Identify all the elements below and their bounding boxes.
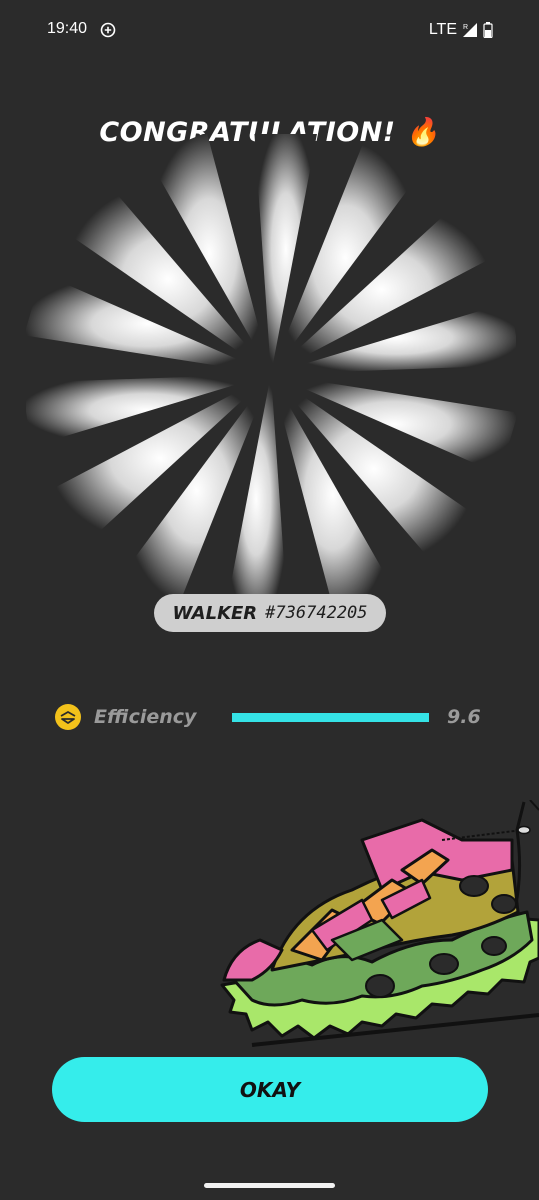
- home-indicator[interactable]: [204, 1183, 335, 1188]
- battery-icon: [483, 22, 493, 38]
- efficiency-label: Efficiency: [94, 706, 197, 728]
- roaming-indicator: R: [463, 24, 468, 31]
- efficiency-bar-fill: [232, 713, 429, 722]
- status-icons: LTE R: [429, 20, 493, 40]
- status-time: 19:40: [47, 20, 88, 37]
- walker-id: #736742205: [265, 603, 368, 623]
- okay-button[interactable]: OKAY: [52, 1057, 488, 1122]
- efficiency-value: 9.6: [447, 706, 481, 728]
- network-type: LTE: [428, 21, 457, 38]
- signal-icon: R: [463, 23, 477, 37]
- status-bar: 19:40 LTE R: [0, 0, 539, 60]
- walker-badge: WALKER #736742205: [154, 594, 386, 632]
- efficiency-icon: [55, 704, 81, 730]
- add-circle-icon: [100, 22, 116, 38]
- walker-name: WALKER: [172, 602, 258, 624]
- sneaker-illustration: [220, 800, 539, 1047]
- efficiency-row: Efficiency 9.6: [55, 704, 495, 730]
- efficiency-bar: [232, 713, 429, 722]
- sunburst-background: [26, 134, 516, 614]
